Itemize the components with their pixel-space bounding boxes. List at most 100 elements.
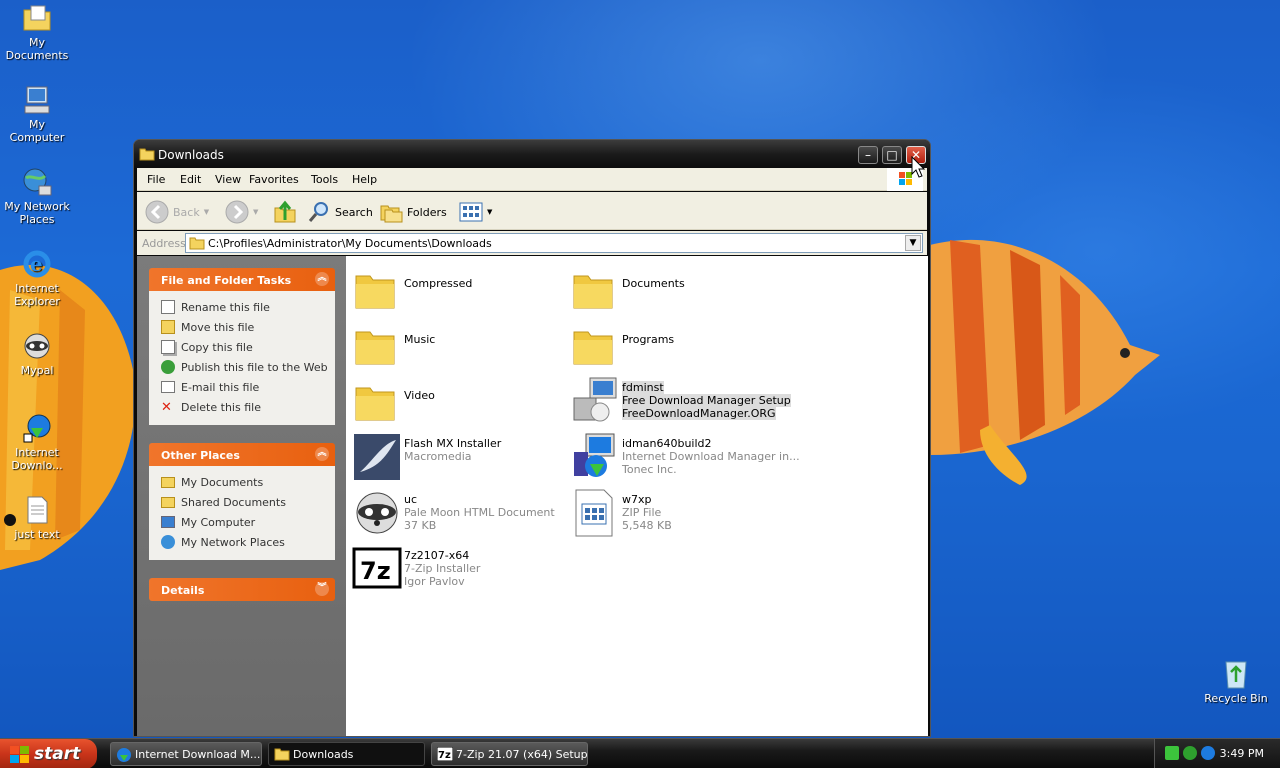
forward-dropdown-icon[interactable]: ▼	[253, 208, 258, 216]
forward-button[interactable]: ▼	[225, 200, 258, 224]
desktop-icon-my-computer[interactable]: My Computer	[0, 84, 74, 144]
place-my-computer[interactable]: My Computer	[161, 512, 335, 532]
taskbar-item-7zip-setup[interactable]: 7z 7-Zip 21.07 (x64) Setup	[431, 742, 588, 766]
back-button[interactable]: Back ▼	[145, 200, 209, 224]
file-name: Programs	[622, 333, 675, 346]
task-move[interactable]: Move this file	[161, 317, 335, 337]
file-item-idman640build2[interactable]: idman640build2 Internet Download Manager…	[570, 432, 800, 484]
file-company: Igor Pavlov	[404, 575, 465, 588]
rename-icon	[161, 300, 175, 314]
menu-tools[interactable]: Tools	[311, 173, 338, 186]
file-name: Music	[404, 333, 436, 346]
desktop-icon-mypal[interactable]: Mypal	[0, 330, 74, 377]
taskbar-item-downloads[interactable]: Downloads	[268, 742, 425, 766]
file-item-7z2107-x64[interactable]: 7z 7z2107-x64 7-Zip Installer Igor Pavlo…	[352, 544, 562, 596]
folders-button[interactable]: Folders	[379, 200, 447, 224]
details-panel: Details ︾	[149, 578, 335, 601]
address-dropdown-icon[interactable]: ▼	[905, 235, 921, 251]
idm-icon	[117, 748, 131, 762]
file-name: Documents	[622, 277, 685, 290]
task-publish[interactable]: Publish this file to the Web	[161, 357, 335, 377]
task-email[interactable]: E-mail this file	[161, 377, 335, 397]
folder-icon	[274, 748, 290, 761]
task-delete[interactable]: ✕ Delete this file	[161, 397, 335, 417]
folder-item-music[interactable]: Music	[352, 320, 562, 372]
file-name: Video	[404, 389, 435, 402]
desktop-icon-label: Mypal	[20, 364, 54, 377]
task-copy[interactable]: Copy this file	[161, 337, 335, 357]
seven-zip-icon: 7z	[352, 547, 402, 589]
task-rename[interactable]: Rename this file	[161, 297, 335, 317]
recycle-bin-icon	[1225, 661, 1247, 689]
taskbar-item-label: Downloads	[293, 748, 354, 761]
file-name: fdminst	[622, 381, 664, 394]
panel-header[interactable]: Details ︾	[149, 578, 335, 601]
views-button[interactable]: ▼	[459, 200, 492, 224]
folder-item-compressed[interactable]: Compressed	[352, 264, 562, 316]
file-item-uc[interactable]: uc Pale Moon HTML Document 37 KB	[352, 488, 562, 540]
file-name: 7z2107-x64	[404, 549, 470, 562]
file-item-w7xp[interactable]: w7xp ZIP File 5,548 KB	[570, 488, 780, 540]
text-file-icon	[27, 496, 48, 524]
desktop-icon-internet-explorer[interactable]: e Internet Explorer	[0, 248, 74, 308]
desktop-icon-label: just text	[14, 528, 60, 541]
taskbar-item-idm[interactable]: Internet Download M...	[110, 742, 262, 766]
tray-idm-icon[interactable]	[1183, 746, 1197, 760]
expand-chevron-icon[interactable]: ︾	[315, 582, 329, 596]
desktop-icon-label: My Computer	[9, 118, 65, 144]
place-my-documents[interactable]: My Documents	[161, 472, 335, 492]
mypal-icon	[24, 333, 50, 359]
folder-item-programs[interactable]: Programs	[570, 320, 780, 372]
my-computer-icon	[24, 86, 50, 114]
panel-header[interactable]: Other Places ︽	[149, 443, 335, 466]
minimize-button[interactable]: –	[858, 146, 878, 164]
menu-help[interactable]: Help	[352, 173, 377, 186]
menu-favorites[interactable]: Favorites	[249, 173, 299, 186]
desktop-icon-recycle-bin[interactable]: Recycle Bin	[1199, 656, 1273, 705]
task-label: E-mail this file	[181, 380, 260, 394]
views-icon	[459, 202, 483, 222]
menu-file[interactable]: File	[147, 173, 165, 186]
folder-item-documents[interactable]: Documents	[570, 264, 780, 316]
place-shared-documents[interactable]: Shared Documents	[161, 492, 335, 512]
file-item-fdminst[interactable]: fdminst Free Download Manager Setup Free…	[570, 376, 791, 428]
address-input[interactable]: C:\Profiles\Administrator\My Documents\D…	[185, 233, 923, 253]
back-dropdown-icon[interactable]: ▼	[204, 208, 209, 216]
address-bar: Address C:\Profiles\Administrator\My Doc…	[137, 231, 927, 255]
idm-icon	[23, 414, 51, 443]
maximize-button[interactable]: □	[882, 146, 902, 164]
desktop-icon-idm[interactable]: Internet Downlo...	[0, 412, 74, 472]
menu-edit[interactable]: Edit	[180, 173, 201, 186]
desktop-icon-network-places[interactable]: My Network Places	[0, 166, 74, 226]
up-button[interactable]	[273, 200, 297, 224]
desktop-icon-label: My Network Places	[4, 200, 70, 226]
folder-up-icon	[274, 200, 296, 223]
search-label: Search	[335, 205, 373, 219]
desktop-icon-label: Internet Explorer	[14, 282, 60, 308]
tray-globe-icon[interactable]	[1201, 746, 1215, 760]
start-button[interactable]: start	[0, 739, 97, 768]
svg-text:e: e	[30, 252, 43, 276]
file-item-flash-mx-installer[interactable]: Flash MX Installer Macromedia	[352, 432, 562, 484]
taskbar-item-label: Internet Download M...	[135, 748, 261, 761]
desktop-icon-my-documents[interactable]: My Documents	[0, 2, 74, 62]
search-button[interactable]: Search	[307, 200, 373, 224]
idm-installer-icon	[574, 433, 615, 477]
place-network-places[interactable]: My Network Places	[161, 532, 335, 552]
folder-item-video[interactable]: Video	[352, 376, 562, 428]
computer-icon	[161, 516, 175, 528]
flash-installer-icon	[354, 434, 400, 480]
window-titlebar[interactable]: Downloads – □ ✕	[134, 140, 930, 168]
place-label: My Network Places	[181, 535, 285, 549]
menu-view[interactable]: View	[215, 173, 241, 186]
collapse-chevron-icon[interactable]: ︽	[315, 447, 329, 461]
tray-network-icon[interactable]	[1165, 746, 1179, 760]
file-type: 7-Zip Installer	[404, 562, 481, 575]
system-tray: 3:49 PM	[1154, 739, 1280, 768]
folder-icon	[161, 476, 175, 488]
file-type: ZIP File	[622, 506, 662, 519]
desktop-icon-just-text[interactable]: just text	[0, 494, 74, 541]
panel-header[interactable]: File and Folder Tasks ︽	[149, 268, 335, 291]
explorer-window[interactable]: Downloads – □ ✕ File Edit View Favorites…	[133, 139, 931, 737]
collapse-chevron-icon[interactable]: ︽	[315, 272, 329, 286]
